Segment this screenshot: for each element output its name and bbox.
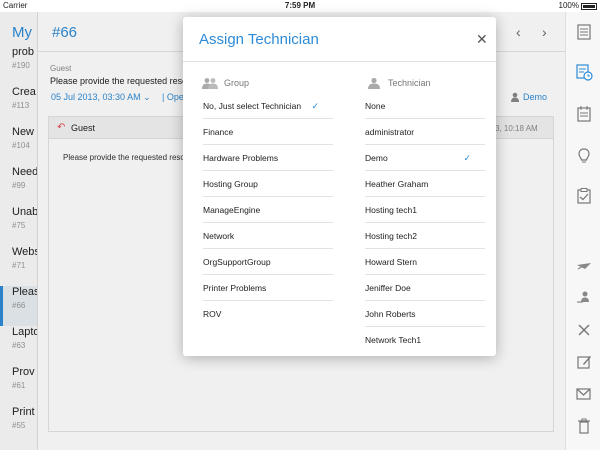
history-icon[interactable] xyxy=(574,62,594,82)
edit-icon[interactable] xyxy=(574,352,594,372)
technician-option[interactable]: Hosting tech1 xyxy=(365,198,485,223)
group-option-selected[interactable]: No, Just select Technician ✓ xyxy=(203,94,333,119)
technician-option[interactable]: Network Tech1 xyxy=(365,328,485,353)
pickup-icon[interactable] xyxy=(574,256,594,276)
technician-column-header: Technician xyxy=(365,77,431,89)
checkmark-icon: ✓ xyxy=(463,153,471,163)
close-icon[interactable]: ✕ xyxy=(476,31,488,48)
group-option[interactable]: Hosting Group xyxy=(203,172,333,197)
tasks-icon[interactable] xyxy=(574,104,594,124)
technician-option[interactable]: Heather Graham xyxy=(365,172,485,197)
technician-option[interactable]: administrator xyxy=(365,120,485,145)
technician-option-selected[interactable]: Demo ✓ xyxy=(365,146,485,171)
group-option[interactable]: ROV xyxy=(203,302,333,327)
assign-icon[interactable] xyxy=(574,288,594,308)
group-option[interactable]: Hardware Problems xyxy=(203,146,333,171)
battery-icon xyxy=(581,2,597,10)
technician-option[interactable]: John Roberts xyxy=(365,302,485,327)
group-option[interactable]: Printer Problems xyxy=(203,276,333,301)
dialog-title: Assign Technician xyxy=(199,31,319,48)
group-column-header: Group xyxy=(201,77,249,89)
checkmark-icon: ✓ xyxy=(311,101,319,111)
group-option[interactable]: ManageEngine xyxy=(203,198,333,223)
battery-indicator: 100% xyxy=(559,0,597,12)
technician-option[interactable]: Jeniffer Doe xyxy=(365,276,485,301)
technician-option[interactable]: None xyxy=(365,94,485,119)
technician-option[interactable]: Howard Stern xyxy=(365,250,485,275)
technician-option[interactable]: Hosting tech2 xyxy=(365,224,485,249)
assign-technician-dialog: Assign Technician ✕ Group Technician No,… xyxy=(183,17,496,356)
details-icon[interactable] xyxy=(574,22,594,42)
checklist-icon[interactable] xyxy=(574,186,594,206)
group-option[interactable]: Finance xyxy=(203,120,333,145)
group-option[interactable]: Network xyxy=(203,224,333,249)
solution-icon[interactable] xyxy=(574,146,594,166)
clock: 7:59 PM xyxy=(284,1,316,10)
close-request-icon[interactable] xyxy=(574,320,594,340)
group-option[interactable]: OrgSupportGroup xyxy=(203,250,333,275)
status-bar: Carrier 7:59 PM 100% xyxy=(0,0,600,12)
group-icon xyxy=(202,78,218,89)
battery-percent: 100% xyxy=(558,1,579,10)
delete-icon[interactable] xyxy=(574,416,594,436)
dialog-divider xyxy=(183,61,496,62)
action-toolbar xyxy=(565,12,600,450)
technician-icon xyxy=(368,77,380,89)
reply-icon[interactable] xyxy=(574,384,594,404)
